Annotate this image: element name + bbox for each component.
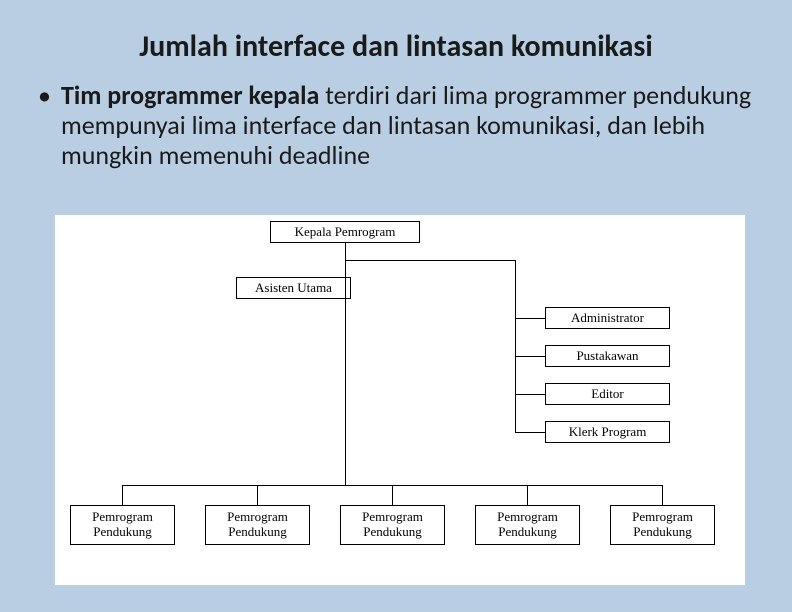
bullet-text: Tim programmer kepala terdiri dari lima … [61, 81, 754, 171]
node-admin: Administrator [545, 307, 670, 329]
connector [527, 485, 528, 505]
node-programmer-5: Pemrogram Pendukung [610, 505, 715, 545]
connector [122, 485, 123, 505]
bullet-mark: • [38, 81, 61, 171]
org-diagram: Kepala Pemrogram Asisten Utama Administr… [55, 215, 745, 585]
page-title: Jumlah interface dan lintasan komunikasi [0, 0, 792, 75]
bullet-item: • Tim programmer kepala terdiri dari lim… [38, 81, 754, 171]
bullet-block: • Tim programmer kepala terdiri dari lim… [0, 75, 792, 171]
node-programmer-1: Pemrogram Pendukung [70, 505, 175, 545]
connector [257, 485, 258, 505]
connector [515, 356, 545, 357]
node-programmer-3: Pemrogram Pendukung [340, 505, 445, 545]
bullet-bold: Tim programmer kepala [61, 79, 319, 111]
connector [345, 243, 346, 485]
node-programmer-2: Pemrogram Pendukung [205, 505, 310, 545]
connector [345, 260, 516, 261]
connector [515, 394, 545, 395]
node-head: Kepala Pemrogram [270, 221, 420, 243]
node-lib: Pustakawan [545, 345, 670, 367]
connector [515, 318, 545, 319]
node-clerk: Klerk Program [545, 421, 670, 443]
connector [662, 485, 663, 505]
node-editor: Editor [545, 383, 670, 405]
node-programmer-4: Pemrogram Pendukung [475, 505, 580, 545]
node-assistant: Asisten Utama [236, 277, 351, 299]
connector [515, 432, 545, 433]
connector [515, 260, 516, 432]
connector [392, 485, 393, 505]
